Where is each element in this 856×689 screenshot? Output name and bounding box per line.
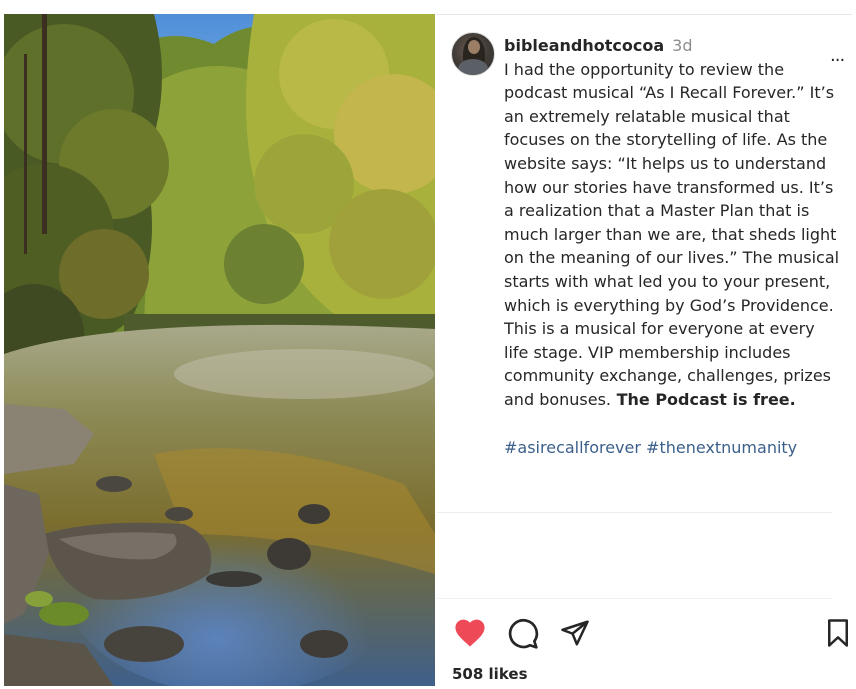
avatar-shirt xyxy=(458,59,488,75)
caption-text: I had the opportunity to review the podc… xyxy=(504,59,840,409)
divider xyxy=(437,512,832,513)
likes-count[interactable]: 508 likes xyxy=(452,665,528,683)
hashtags: #asirecallforever #thenextnumanity xyxy=(504,436,844,460)
heart-filled-icon[interactable] xyxy=(452,616,488,648)
divider xyxy=(437,598,832,599)
divider xyxy=(437,14,852,15)
username-link[interactable]: bibleandhotcocoa xyxy=(504,36,664,55)
avatar-face xyxy=(468,40,480,54)
post-side-panel: ··· bibleandhotcocoa 3d I had the opportu… xyxy=(437,14,856,689)
post-time-ago[interactable]: 3d xyxy=(672,36,692,55)
hashtag-link[interactable]: #asirecallforever xyxy=(504,438,641,457)
comment-bubble-icon[interactable] xyxy=(507,618,539,650)
action-bar xyxy=(437,612,856,652)
post-caption: bibleandhotcocoa 3d I had the opportunity… xyxy=(504,34,844,459)
river-autumn-photo xyxy=(4,14,435,686)
paper-plane-icon[interactable] xyxy=(559,618,591,648)
caption-bold-note: The Podcast is free. xyxy=(611,389,796,409)
post-photo[interactable] xyxy=(4,14,435,686)
bookmark-icon[interactable] xyxy=(824,618,852,648)
hashtag-link[interactable]: #thenextnumanity xyxy=(646,438,797,457)
profile-avatar[interactable] xyxy=(451,32,495,76)
